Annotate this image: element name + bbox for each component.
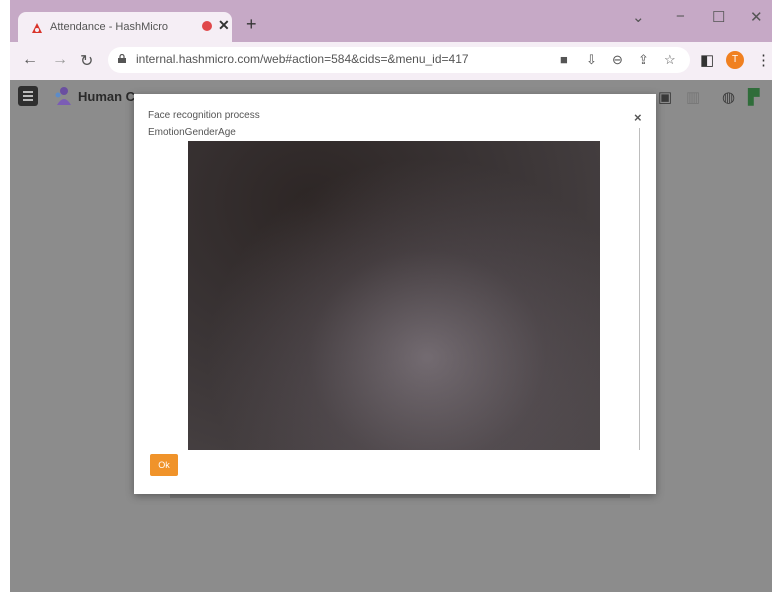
forward-button[interactable]: →: [52, 51, 68, 69]
camera-feed: [188, 141, 600, 450]
address-bar-row: ← → ↻ internal.hashmicro.com/web#action=…: [10, 42, 772, 80]
chat-icon[interactable]: ◍: [722, 88, 735, 106]
dialog-subtitle: EmotionGenderAge: [148, 127, 236, 138]
tab-close-button[interactable]: ✕: [218, 17, 230, 34]
settings-icon[interactable]: ▛: [748, 88, 760, 106]
face-recognition-dialog: Face recognition process EmotionGenderAg…: [134, 94, 656, 494]
modal-backdrop-edge: [170, 494, 630, 498]
list-icon[interactable]: ▥: [686, 88, 700, 106]
ok-button[interactable]: Ok: [150, 454, 178, 476]
close-window-button[interactable]: ✕: [750, 8, 763, 26]
zoom-icon[interactable]: ⊖: [612, 52, 623, 68]
dialog-divider: [639, 128, 640, 450]
recording-indicator-icon: [202, 21, 212, 31]
star-icon[interactable]: ☆: [664, 52, 676, 68]
share-icon[interactable]: ⇪: [638, 52, 649, 68]
omnibox[interactable]: internal.hashmicro.com/web#action=584&ci…: [108, 47, 690, 73]
restore-button[interactable]: ☐: [712, 8, 725, 26]
hashmicro-favicon-icon: [32, 23, 42, 33]
hamburger-menu-button[interactable]: [18, 86, 38, 106]
app-name: Human C: [78, 89, 136, 104]
browser-window: Attendance - HashMicro ✕ + ⌄ − ☐ ✕ ← → ↻…: [10, 0, 772, 592]
tab-title: Attendance - HashMicro: [50, 21, 168, 33]
human-resource-logo-icon: [55, 87, 71, 105]
install-icon[interactable]: ⇩: [586, 52, 597, 68]
back-button[interactable]: ←: [22, 51, 38, 69]
profile-avatar[interactable]: T: [726, 51, 744, 69]
tab-strip: Attendance - HashMicro ✕ + ⌄ − ☐ ✕: [10, 0, 772, 44]
minimize-button[interactable]: −: [676, 8, 685, 25]
new-tab-button[interactable]: +: [246, 14, 257, 35]
dialog-title: Face recognition process: [148, 110, 260, 121]
reload-button[interactable]: ↻: [80, 51, 93, 71]
tab-attendance[interactable]: Attendance - HashMicro ✕: [18, 12, 232, 44]
lock-icon: [118, 54, 126, 63]
dialog-close-button[interactable]: ×: [634, 110, 642, 125]
camera-icon[interactable]: ■: [560, 52, 568, 67]
tab-search-button[interactable]: ⌄: [632, 8, 645, 26]
sidepanel-icon[interactable]: ◧: [700, 51, 714, 69]
url-text[interactable]: internal.hashmicro.com/web#action=584&ci…: [136, 52, 469, 66]
activity-icon[interactable]: ▣: [658, 88, 672, 106]
more-icon[interactable]: ⋮: [756, 51, 771, 69]
